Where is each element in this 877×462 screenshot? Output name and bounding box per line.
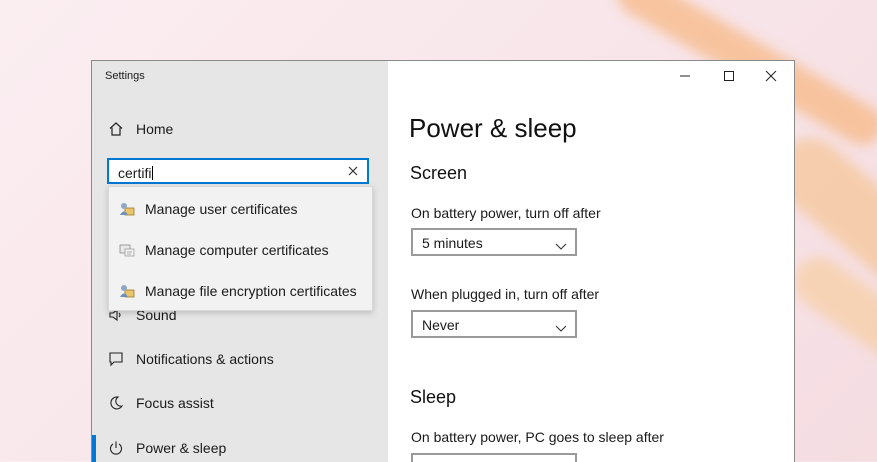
sidebar-item-power-sleep[interactable]: Power & sleep (92, 428, 388, 462)
home-icon (107, 120, 125, 138)
minimize-icon (680, 75, 690, 77)
screen-battery-label: On battery power, turn off after (411, 205, 601, 221)
section-heading-sleep: Sleep (410, 387, 457, 407)
sidebar: Settings Home certifi Sound Notification (92, 61, 388, 462)
dropdown-value: Never (422, 317, 460, 333)
suggestion-label: Manage computer certificates (145, 242, 329, 258)
maximize-button[interactable] (707, 61, 751, 91)
suggestion-item[interactable]: Manage file encryption certificates (109, 271, 372, 311)
window-title: Settings (105, 70, 145, 82)
sleep-battery-label: On battery power, PC goes to sleep after (411, 429, 664, 445)
page-title: Power & sleep (409, 113, 577, 143)
close-button[interactable] (749, 61, 793, 91)
search-value: certifi (118, 165, 154, 181)
maximize-icon (724, 71, 734, 81)
sidebar-item-label: Power & sleep (136, 440, 227, 456)
suggestion-label: Manage file encryption certificates (145, 283, 357, 299)
screen-plugged-label: When plugged in, turn off after (411, 286, 600, 302)
settings-window: Settings Home certifi Sound Notification (91, 60, 795, 462)
suggestion-label: Manage user certificates (145, 201, 298, 217)
chevron-down-icon (555, 320, 567, 332)
sidebar-item-home[interactable]: Home (92, 109, 388, 149)
sidebar-item-label: Home (136, 121, 174, 137)
file-encryption-certificate-icon (119, 283, 135, 299)
suggestion-item[interactable]: Manage user certificates (109, 189, 372, 229)
power-icon (107, 439, 125, 457)
notification-icon (107, 350, 125, 368)
section-heading-screen: Screen (410, 163, 468, 183)
sidebar-item-notifications[interactable]: Notifications & actions (92, 339, 388, 379)
clear-search-icon[interactable] (346, 164, 360, 178)
computer-certificate-icon (119, 242, 135, 258)
chevron-down-icon (555, 238, 567, 250)
screen-plugged-dropdown[interactable]: Never (411, 310, 577, 338)
sidebar-item-label: Notifications & actions (136, 351, 274, 367)
search-text: certifi (118, 165, 152, 181)
text-caret (152, 166, 154, 180)
suggestion-item[interactable]: Manage computer certificates (109, 230, 372, 270)
user-certificate-icon (119, 201, 135, 217)
main-content: Power & sleep Screen On battery power, t… (388, 61, 794, 462)
sidebar-item-label: Focus assist (136, 395, 214, 411)
dropdown-value: 5 minutes (422, 235, 483, 251)
moon-icon (107, 394, 125, 412)
search-suggestions: Manage user certificates Manage computer… (108, 186, 373, 311)
minimize-button[interactable] (663, 61, 707, 91)
wallpaper-streak (783, 247, 877, 403)
screen-battery-dropdown[interactable]: 5 minutes (411, 228, 577, 256)
close-icon (765, 70, 777, 82)
sidebar-item-focus-assist[interactable]: Focus assist (92, 383, 388, 423)
search-input[interactable]: certifi (107, 158, 369, 184)
